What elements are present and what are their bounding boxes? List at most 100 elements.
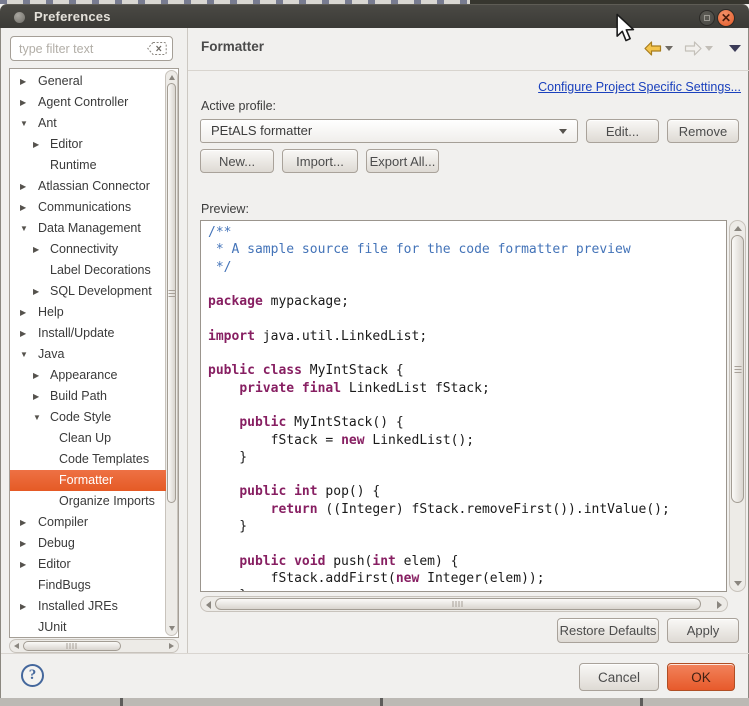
tree-item-ant[interactable]: ▼Ant bbox=[10, 113, 166, 134]
tree-vscrollbar[interactable] bbox=[165, 70, 178, 636]
tree-item-junit[interactable]: JUnit bbox=[10, 617, 166, 638]
tree-item-debug[interactable]: ▶Debug bbox=[10, 533, 166, 554]
preferences-tree: ▶General▶Agent Controller▼Ant▶EditorRunt… bbox=[9, 68, 179, 638]
tree-item-general[interactable]: ▶General bbox=[10, 71, 166, 92]
tree-item-sql-development[interactable]: ▶ SQL Development bbox=[10, 281, 166, 302]
chevron-expanded-icon[interactable]: ▼ bbox=[20, 344, 28, 365]
restore-defaults-button[interactable]: Restore Defaults bbox=[557, 618, 659, 643]
import-button[interactable]: Import... bbox=[282, 149, 358, 173]
preview-hscroll-thumb[interactable] bbox=[215, 598, 701, 610]
tree-item-runtime[interactable]: Runtime bbox=[10, 155, 166, 176]
page-nav bbox=[644, 41, 741, 56]
chevron-collapsed-icon[interactable]: ▶ bbox=[20, 302, 26, 323]
tree-item-label: Organize Imports bbox=[59, 491, 155, 512]
tree-item-installed-jres[interactable]: ▶Installed JREs bbox=[10, 596, 166, 617]
tree-item-editor[interactable]: ▶Editor bbox=[10, 134, 166, 155]
remove-button[interactable]: Remove bbox=[667, 119, 739, 143]
new-button[interactable]: New... bbox=[200, 149, 274, 173]
tree-item-label: Label Decorations bbox=[50, 260, 151, 281]
mouse-cursor bbox=[615, 13, 635, 43]
chevron-collapsed-icon[interactable]: ▶ bbox=[20, 92, 26, 113]
help-button[interactable]: ? bbox=[21, 664, 44, 687]
tree-item-data-management[interactable]: ▼Data Management bbox=[10, 218, 166, 239]
configure-project-settings-link[interactable]: Configure Project Specific Settings... bbox=[538, 80, 741, 94]
preview-vscroll-thumb[interactable] bbox=[731, 235, 744, 503]
tree-item-compiler[interactable]: ▶ Compiler bbox=[10, 512, 166, 533]
scroll-down-icon[interactable] bbox=[169, 626, 175, 631]
tree-item-findbugs[interactable]: FindBugs bbox=[10, 575, 166, 596]
tree-item-label: Communications bbox=[38, 197, 131, 218]
scroll-right-icon[interactable] bbox=[169, 643, 174, 649]
back-dropdown-icon[interactable] bbox=[665, 46, 673, 51]
chevron-collapsed-icon[interactable]: ▶ bbox=[33, 386, 39, 407]
chevron-collapsed-icon[interactable]: ▶ bbox=[33, 239, 39, 260]
close-icon: ✕ bbox=[721, 11, 731, 25]
view-menu-icon[interactable] bbox=[729, 45, 741, 52]
chevron-collapsed-icon[interactable]: ▶ bbox=[20, 197, 26, 218]
tree-item-build-path[interactable]: ▶ Build Path bbox=[10, 386, 166, 407]
chevron-expanded-icon[interactable]: ▼ bbox=[20, 218, 28, 239]
chevron-collapsed-icon[interactable]: ▶ bbox=[20, 554, 26, 575]
tree-item-install-update[interactable]: ▶Install/Update bbox=[10, 323, 166, 344]
tree-item-label: Editor bbox=[38, 554, 71, 575]
tree-item-label: JUnit bbox=[38, 617, 66, 638]
back-icon[interactable] bbox=[644, 41, 662, 56]
chevron-collapsed-icon[interactable]: ▶ bbox=[33, 281, 39, 302]
chevron-collapsed-icon[interactable]: ▶ bbox=[20, 71, 26, 92]
tree-item-label: FindBugs bbox=[38, 575, 91, 596]
chevron-collapsed-icon[interactable]: ▶ bbox=[20, 596, 26, 617]
chevron-collapsed-icon[interactable]: ▶ bbox=[20, 176, 26, 197]
tree-item-code-style[interactable]: ▼Code Style bbox=[10, 407, 166, 428]
close-button[interactable]: ✕ bbox=[717, 9, 735, 27]
tree-item-label: Clean Up bbox=[59, 428, 111, 449]
chevron-collapsed-icon[interactable]: ▶ bbox=[20, 512, 26, 533]
preview-vscrollbar[interactable] bbox=[729, 220, 746, 592]
scroll-up-icon[interactable] bbox=[169, 75, 175, 80]
window-menu-icon[interactable] bbox=[14, 12, 25, 23]
tree-item-appearance[interactable]: ▶Appearance bbox=[10, 365, 166, 386]
tree-item-help[interactable]: ▶Help bbox=[10, 302, 166, 323]
tree-item-communications[interactable]: ▶ Communications bbox=[10, 197, 166, 218]
tree-item-connectivity[interactable]: ▶Connectivity bbox=[10, 239, 166, 260]
scroll-left-icon[interactable] bbox=[206, 601, 211, 609]
tree-item-editor[interactable]: ▶ Editor bbox=[10, 554, 166, 575]
scroll-down-icon[interactable] bbox=[734, 581, 742, 586]
scroll-left-icon[interactable] bbox=[14, 643, 19, 649]
scroll-up-icon[interactable] bbox=[734, 226, 742, 231]
cancel-button[interactable]: Cancel bbox=[579, 663, 659, 691]
active-profile-value: PEtALS formatter bbox=[211, 123, 312, 138]
tree-item-formatter[interactable]: Formatter bbox=[10, 470, 166, 491]
tree-vscroll-thumb[interactable] bbox=[167, 83, 176, 503]
apply-button[interactable]: Apply bbox=[667, 618, 739, 643]
preview-hscrollbar[interactable] bbox=[200, 596, 728, 612]
tree-item-agent-controller[interactable]: ▶Agent Controller bbox=[10, 92, 166, 113]
tree-item-label: SQL Development bbox=[50, 281, 152, 302]
export-all-button[interactable]: Export All... bbox=[366, 149, 439, 173]
tree-hscrollbar[interactable] bbox=[9, 639, 179, 653]
chevron-expanded-icon[interactable]: ▼ bbox=[33, 407, 41, 428]
edit-button[interactable]: Edit... bbox=[586, 119, 659, 143]
tree-item-organize-imports[interactable]: Organize Imports bbox=[10, 491, 166, 512]
tree-item-label-decorations[interactable]: Label Decorations bbox=[10, 260, 166, 281]
ok-button[interactable]: OK bbox=[667, 663, 735, 691]
active-profile-select[interactable]: PEtALS formatter bbox=[200, 119, 578, 143]
tree-item-clean-up[interactable]: Clean Up bbox=[10, 428, 166, 449]
tree-item-code-templates[interactable]: Code Templates bbox=[10, 449, 166, 470]
chevron-expanded-icon[interactable]: ▼ bbox=[20, 113, 28, 134]
maximize-button[interactable] bbox=[699, 10, 715, 26]
chevron-collapsed-icon[interactable]: ▶ bbox=[20, 533, 26, 554]
tree-item-label: Atlassian Connector bbox=[38, 176, 150, 197]
chevron-collapsed-icon[interactable]: ▶ bbox=[20, 323, 26, 344]
titlebar[interactable]: Preferences ✕ bbox=[0, 4, 749, 28]
tree-hscroll-thumb[interactable] bbox=[23, 641, 121, 651]
chevron-collapsed-icon[interactable]: ▶ bbox=[33, 134, 39, 155]
tree-item-java[interactable]: ▼Java bbox=[10, 344, 166, 365]
maximize-icon bbox=[704, 15, 710, 21]
tree-item-label: Build Path bbox=[50, 386, 107, 407]
filter-clear-icon[interactable] bbox=[147, 42, 167, 55]
tree-item-label: Compiler bbox=[38, 512, 88, 533]
tree-item-atlassian-connector[interactable]: ▶ Atlassian Connector bbox=[10, 176, 166, 197]
formatter-page: Formatter Configure Project Specific Set… bbox=[188, 28, 749, 698]
chevron-collapsed-icon[interactable]: ▶ bbox=[33, 365, 39, 386]
scroll-right-icon[interactable] bbox=[717, 601, 722, 609]
